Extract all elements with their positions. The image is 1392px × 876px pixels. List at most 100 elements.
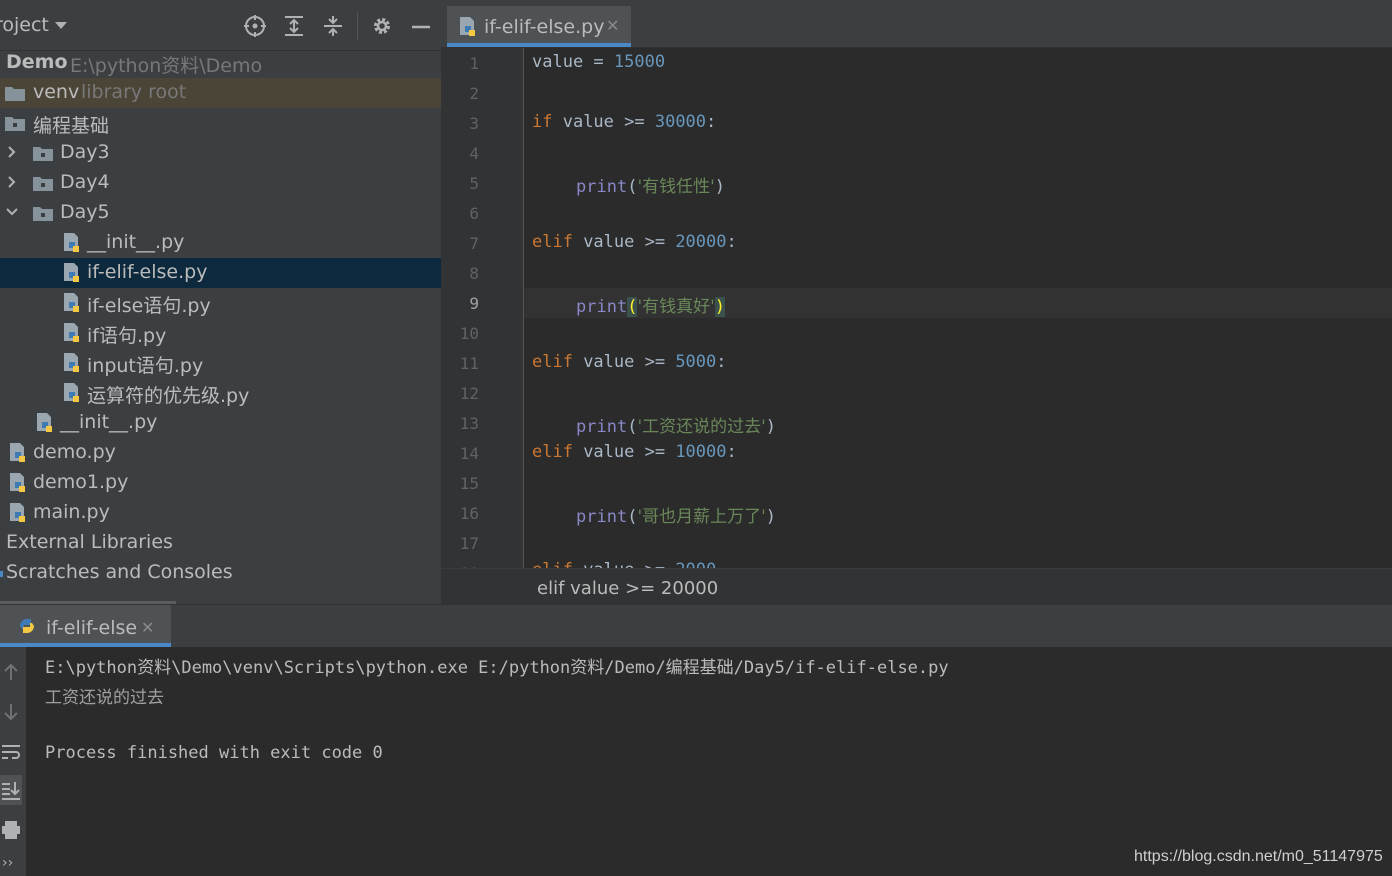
line-number: 2 [469,84,479,103]
editor-panel: if-elif-else.py ✕ 1 2 3 4 5 6 7 8 9 10 1… [441,0,1392,605]
tree-item-day5[interactable]: Day5 [0,198,441,228]
watermark: https://blog.csdn.net/m0_51147975 [1134,848,1383,865]
code-token: ) [714,177,726,197]
arrow-down-icon[interactable] [0,701,22,723]
code-token: elif [532,560,573,568]
scroll-to-end-icon[interactable] [0,779,22,801]
gear-icon[interactable] [370,14,394,38]
tree-item-label: Day5 [60,201,110,223]
code-line: print('有钱任性') [576,172,725,197]
tree-item-label: __init__.py [60,411,158,433]
line-number: 8 [469,264,479,283]
line-number: 17 [459,534,479,553]
code-token: print [576,297,628,317]
target-icon[interactable] [243,14,267,38]
code-token: 10000 [675,442,727,462]
chevron-right-icon[interactable] [5,145,19,159]
line-number: 12 [459,384,479,403]
code-token: 2000 [675,560,716,568]
tree-item-label: demo1.py [33,471,129,493]
code-token: ) [765,417,777,437]
close-icon[interactable]: ✕ [141,618,154,637]
breadcrumb-bar: elif value >= 20000 [441,568,1392,605]
folder-icon [5,87,25,101]
minimize-icon[interactable] [409,14,433,38]
tree-item-hint: library root [81,81,187,103]
soft-wrap-icon[interactable] [0,741,22,763]
scratches-icon [0,571,3,577]
tree-item-file[interactable]: if语句.py [0,318,441,348]
python-file-icon [10,503,25,522]
line-number: 1 [469,54,479,73]
code-token: value >= [572,232,676,252]
tree-item-label: External Libraries [6,531,173,553]
tree-item-file[interactable]: 运算符的优先级.py [0,378,441,408]
tree-item-label: __init__.py [87,231,185,253]
tree-item-file[interactable]: __init__.py [0,228,441,258]
chevron-down-icon[interactable] [55,22,67,29]
line-number: 11 [459,354,479,373]
tree-item-file[interactable]: __init__.py [0,408,441,438]
python-file-icon [64,263,79,282]
arrow-up-icon[interactable] [0,661,22,683]
project-view-selector[interactable]: roject [0,14,49,36]
chevron-down-icon[interactable] [5,205,19,219]
code-token: : [726,442,737,462]
code-area[interactable]: value = 15000 if value >= 30000: print('… [524,48,1392,568]
code-token: elif [532,232,573,252]
line-number: 7 [469,234,479,253]
line-number: 14 [459,444,479,463]
tree-item-label: main.py [33,501,110,523]
code-token: '工资还说的过去' [637,417,766,437]
breadcrumb[interactable]: elif value >= 20000 [537,578,718,599]
code-token: = [583,52,614,72]
print-icon[interactable] [0,819,22,841]
tree-item-file-selected[interactable]: if-elif-else.py [0,258,441,288]
tree-item-day3[interactable]: Day3 [0,138,441,168]
code-token: 5000 [675,352,717,372]
code-token: ( [627,177,638,197]
close-icon[interactable]: ✕ [606,16,619,35]
tree-item-label: if-else语句.py [87,295,211,317]
code-line: elif value >= 10000: [532,442,737,462]
line-number: 10 [459,324,479,343]
tree-item-venv[interactable]: venv library root [0,78,441,108]
line-number: 16 [459,504,479,523]
tree-item-demo-root[interactable]: Demo E:\python资料\Demo [0,48,441,78]
folder-icon [5,117,25,131]
run-side-toolbar: ›› [0,647,26,876]
code-line: elif value >= 20000: [532,232,737,252]
code-token: elif [532,442,573,462]
console-output-line: 工资还说的过去 [45,688,164,708]
matched-paren: ) [714,297,726,317]
code-token: : [706,112,717,132]
code-token: 20000 [675,232,727,252]
tab-label: if-elif-else.py [484,16,605,38]
tree-item-label: demo.py [33,441,116,463]
tree-item-label: Day4 [60,171,110,193]
code-token: '哥也月薪上万了' [637,507,766,527]
tree-item-file[interactable]: demo.py [0,438,441,468]
code-token: value >= [572,352,676,372]
tree-item-folder[interactable]: 编程基础 [0,108,441,138]
tree-item-scratches[interactable]: Scratches and Consoles [0,558,441,588]
chevron-right-icon[interactable] [5,175,19,189]
code-line: print('哥也月薪上万了') [576,502,776,527]
more-icon[interactable]: ›› [2,855,13,871]
line-number-gutter: 1 2 3 4 5 6 7 8 9 10 11 12 13 14 15 16 1… [441,48,523,583]
tree-item-file[interactable]: main.py [0,498,441,528]
python-file-icon [64,233,79,252]
tree-item-file[interactable]: demo1.py [0,468,441,498]
line-number: 4 [469,144,479,163]
tree-item-file[interactable]: input语句.py [0,348,441,378]
tree-item-label: if语句.py [87,325,167,347]
line-number: 5 [469,174,479,193]
tree-item-external-libraries[interactable]: External Libraries [0,528,441,558]
tree-item-day4[interactable]: Day4 [0,168,441,198]
code-token: value [532,52,584,72]
collapse-all-icon[interactable] [321,14,345,38]
line-number: 15 [459,474,479,493]
tree-item-file[interactable]: if-else语句.py [0,288,441,318]
expand-all-icon[interactable] [282,14,306,38]
tree-item-label: Demo [6,51,68,73]
